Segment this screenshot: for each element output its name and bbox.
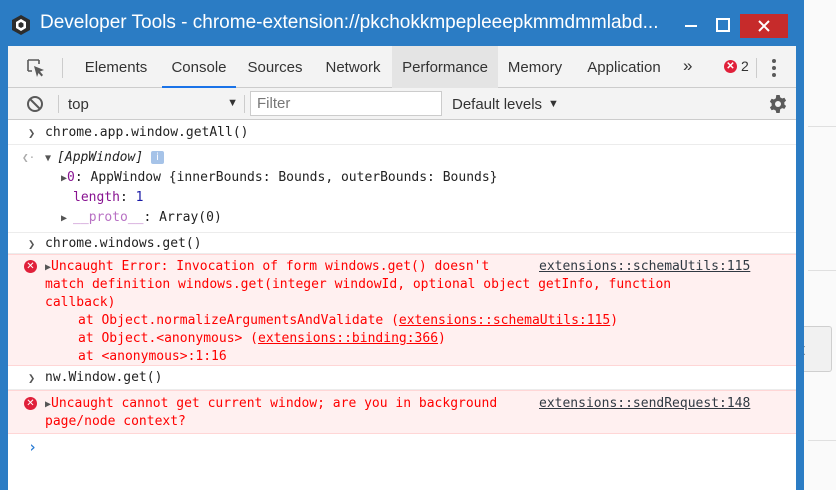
more-options-icon[interactable] [770, 58, 778, 78]
tab-network[interactable]: Network [314, 46, 392, 88]
minimize-icon [685, 25, 697, 27]
expand-triangle-icon: ▼ [45, 153, 58, 164]
error-message[interactable]: ▶Uncaught Error: Invocation of form wind… [45, 258, 489, 276]
close-icon [758, 20, 770, 32]
toolbar-separator [244, 95, 245, 113]
error-icon: ✕ [24, 397, 37, 410]
more-tabs-button[interactable]: » [683, 56, 692, 76]
nwjs-logo-icon [12, 15, 30, 35]
close-button[interactable] [740, 14, 788, 38]
maximize-icon [716, 18, 730, 32]
input-prompt-icon: ❯ [28, 237, 36, 251]
console-input-row: ❯ nw.Window.get() [8, 366, 796, 390]
error-line-2: page/node context? [45, 414, 186, 429]
length-value: 1 [135, 190, 144, 205]
error-icon: ✕ [24, 260, 37, 273]
error-count-badge[interactable]: ✕ 2 [724, 58, 749, 74]
tab-separator [756, 58, 757, 78]
tab-application[interactable]: Application [572, 46, 676, 88]
context-value: top [68, 95, 89, 113]
tab-sources[interactable]: Sources [236, 46, 314, 88]
console-filter-bar: top ▼ Default levels ▼ [8, 88, 796, 120]
log-levels-dropdown[interactable]: Default levels ▼ [452, 92, 559, 116]
filter-input[interactable] [250, 91, 442, 116]
gear-icon[interactable] [768, 94, 788, 114]
background-divider [808, 270, 836, 271]
error-message[interactable]: ▶Uncaught cannot get current window; are… [45, 395, 497, 413]
info-icon: i [150, 151, 164, 164]
background-divider [808, 440, 836, 441]
error-line-1: Uncaught Error: Invocation of form windo… [51, 259, 490, 274]
inspect-element-icon[interactable] [26, 58, 46, 78]
collapse-triangle-icon: ▶ [61, 213, 74, 224]
stack-link[interactable]: extensions::binding:366 [258, 331, 438, 346]
result-proto[interactable]: ▶ __proto__: Array(0) [61, 209, 222, 227]
toolbar-separator [58, 95, 59, 113]
input-prompt-icon: ❯ [28, 371, 36, 385]
console-prompt[interactable]: › [8, 434, 796, 474]
array-label: [AppWindow] [57, 150, 144, 165]
background-button[interactable] [804, 326, 832, 372]
devtools-window: Developer Tools - chrome-extension://pkc… [0, 0, 804, 490]
window-title: Developer Tools - chrome-extension://pkc… [40, 12, 659, 33]
error-line-2: match definition windows.get(integer win… [45, 277, 672, 292]
console-result-row: ❮· ▼ [AppWindow] i ▶0: AppWindow {innerB… [8, 145, 796, 233]
length-key: length [73, 190, 120, 205]
console-error-row: ✕ ▶Uncaught Error: Invocation of form wi… [8, 254, 796, 366]
console-input-row: ❯ chrome.windows.get() [8, 233, 796, 254]
stack-frame-3: at <anonymous>:1:16 [78, 349, 227, 364]
error-count: 2 [741, 58, 749, 74]
maximize-button[interactable] [708, 12, 738, 38]
result-item-0[interactable]: ▶0: AppWindow {innerBounds: Bounds, oute… [61, 169, 498, 187]
item-key: 0 [67, 170, 75, 185]
error-line-3: callback) [45, 295, 116, 310]
title-bar[interactable]: Developer Tools - chrome-extension://pkc… [0, 0, 804, 46]
command-text: nw.Window.get() [45, 370, 163, 385]
input-prompt-icon: ❯ [28, 126, 36, 140]
command-text: chrome.app.window.getAll() [45, 125, 249, 140]
output-arrow-icon: ❮· [22, 151, 36, 164]
background-page [804, 0, 836, 490]
proto-value: : Array(0) [143, 210, 222, 225]
prompt-caret-icon: › [28, 438, 38, 456]
tab-separator [62, 58, 63, 78]
error-source-link[interactable]: extensions::schemaUtils:115 [539, 258, 750, 276]
stack-link[interactable]: extensions::schemaUtils:115 [399, 313, 610, 328]
console-output[interactable]: ❯ chrome.app.window.getAll() ❮· ▼ [AppWi… [8, 121, 796, 490]
tab-elements[interactable]: Elements [70, 46, 162, 88]
error-icon: ✕ [724, 59, 737, 73]
proto-key: __proto__ [73, 210, 144, 225]
stack-frame-2: at Object.<anonymous> (extensions::bindi… [78, 331, 446, 346]
context-selector[interactable]: top ▼ [68, 92, 238, 116]
clear-console-icon[interactable] [26, 95, 44, 113]
tab-console[interactable]: Console [162, 46, 236, 88]
dropdown-arrow-icon: ▼ [548, 98, 559, 110]
error-source-link[interactable]: extensions::sendRequest:148 [539, 395, 750, 413]
console-input-row: ❯ chrome.app.window.getAll() [8, 121, 796, 145]
command-text: chrome.windows.get() [45, 236, 202, 251]
dropdown-arrow-icon: ▼ [227, 97, 238, 109]
log-levels-label: Default levels [452, 95, 543, 113]
result-header[interactable]: ▼ [AppWindow] i [45, 149, 164, 167]
tab-performance[interactable]: Performance [392, 46, 498, 88]
stack-frame-1: at Object.normalizeArgumentsAndValidate … [78, 313, 619, 328]
item-value: : AppWindow {innerBounds: Bounds, outerB… [74, 170, 498, 185]
devtools-panel: Elements Console Sources Network Perform… [8, 46, 796, 490]
console-error-row: ✕ ▶Uncaught cannot get current window; a… [8, 390, 796, 434]
background-divider [808, 126, 836, 127]
result-length: length: 1 [73, 190, 144, 205]
error-line-1: Uncaught cannot get current window; are … [51, 396, 498, 411]
tab-bar: Elements Console Sources Network Perform… [8, 46, 796, 88]
minimize-button[interactable] [676, 12, 706, 38]
tab-memory[interactable]: Memory [498, 46, 572, 88]
